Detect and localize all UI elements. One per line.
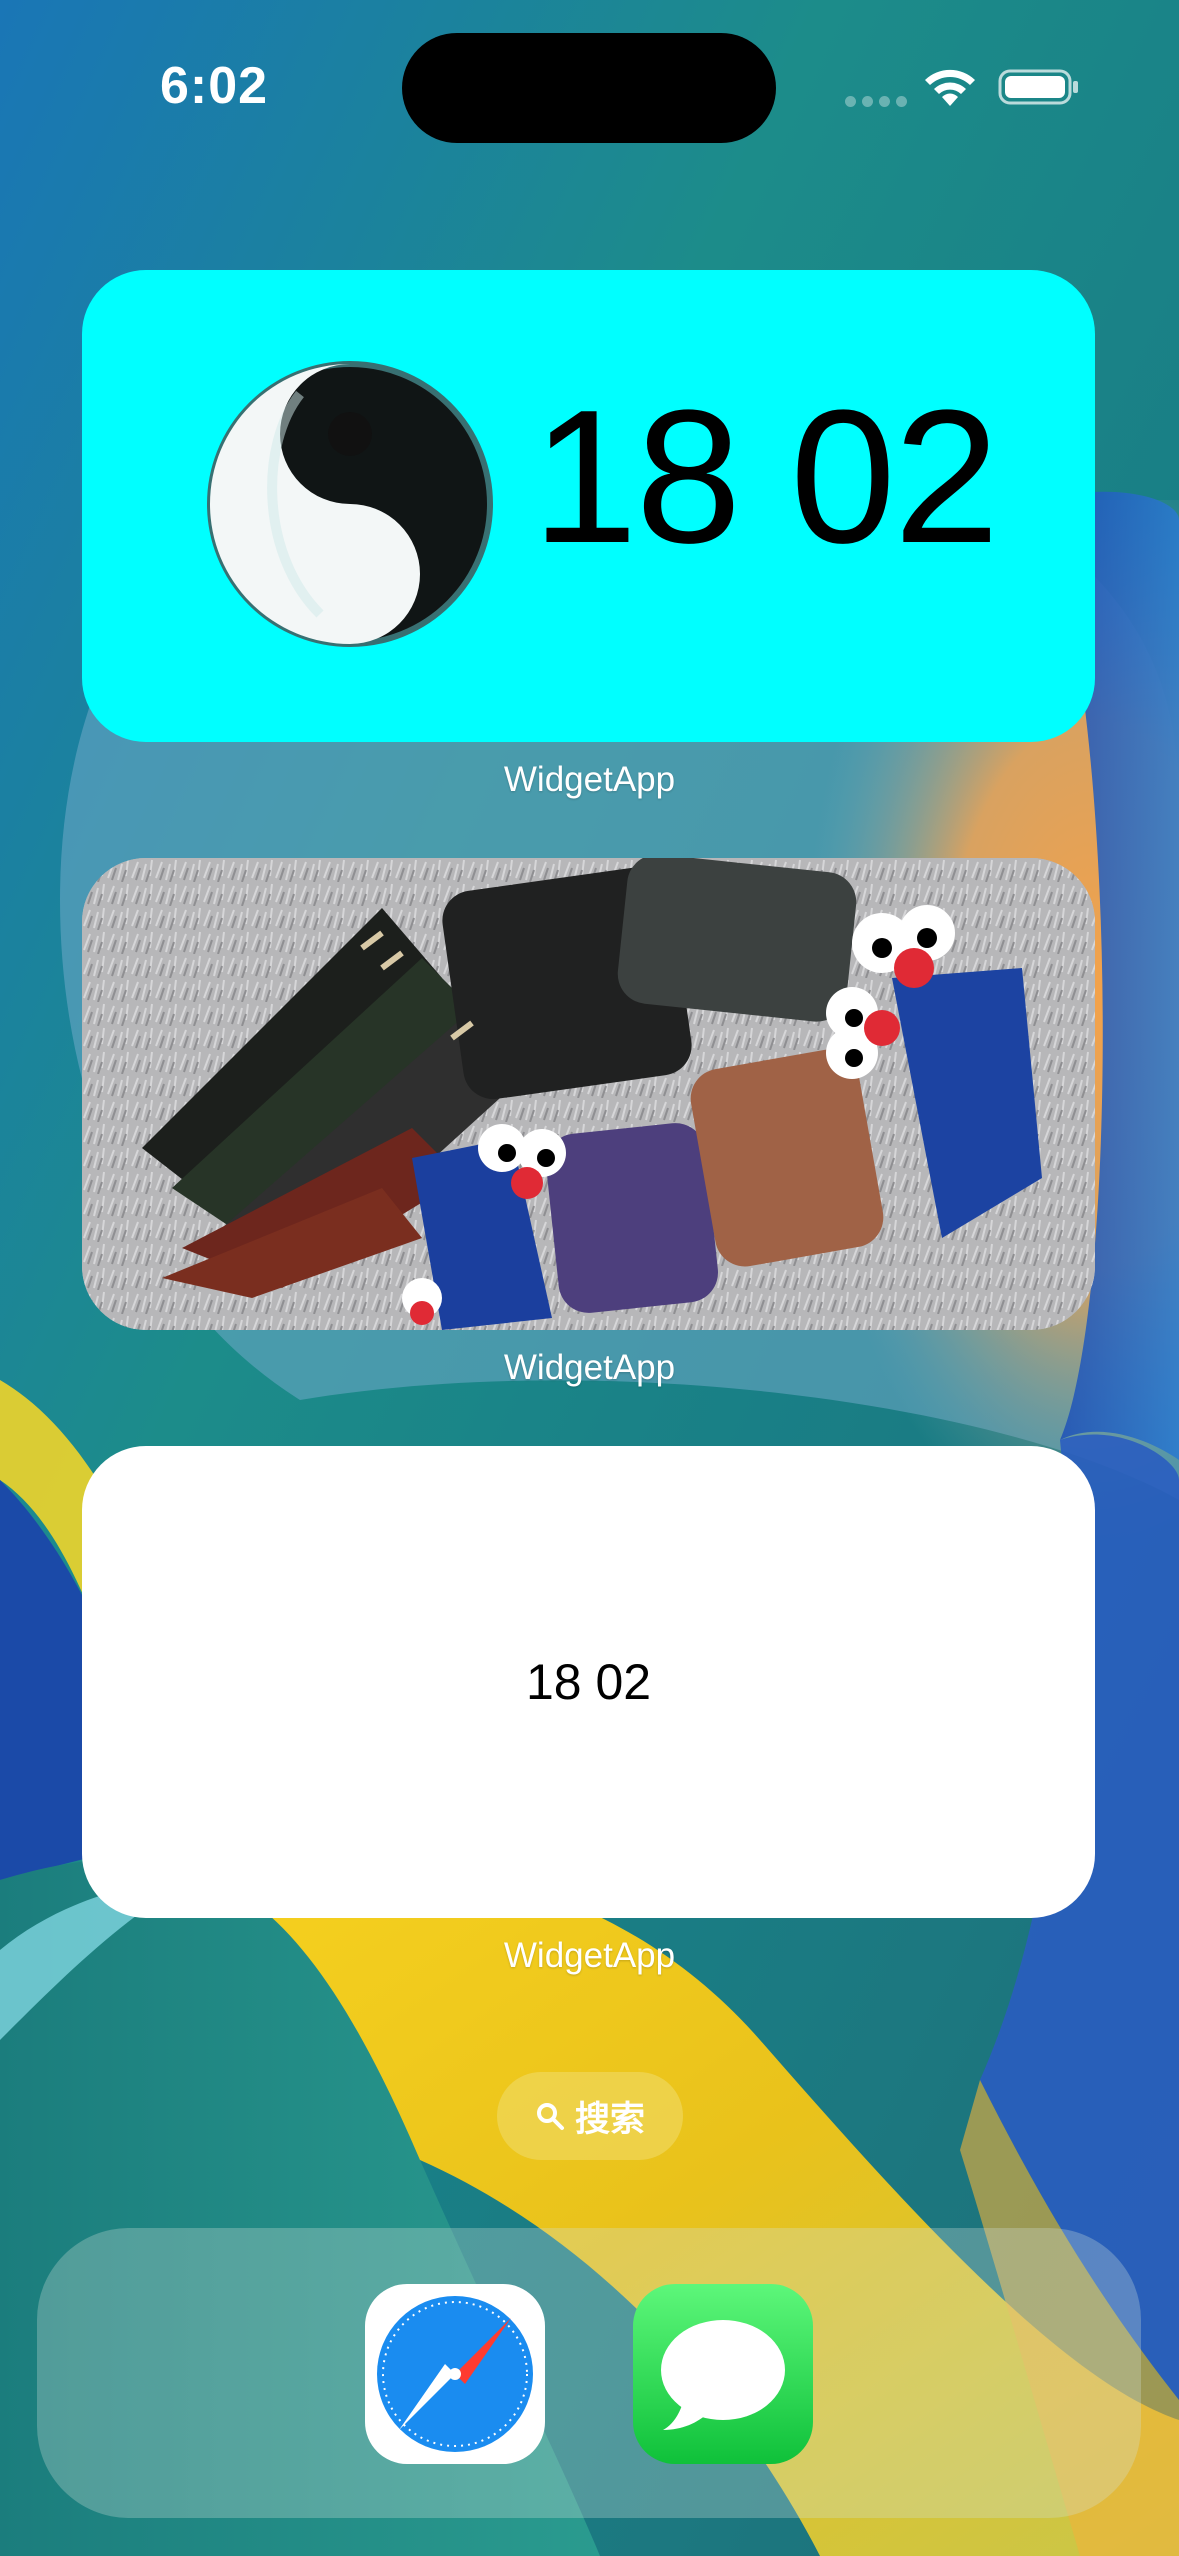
dynamic-island: [402, 33, 776, 143]
search-icon: [536, 2103, 564, 2130]
search-label: 搜索: [574, 2099, 645, 2140]
messages-app-icon[interactable]: [633, 2284, 813, 2464]
status-time: 6:02: [160, 57, 269, 115]
dock: [37, 2228, 1141, 2518]
safari-app-icon[interactable]: [365, 2284, 545, 2464]
widget-app-label: WidgetApp: [503, 1936, 676, 1975]
widget-yinyang-clock[interactable]: 18 02: [82, 270, 1095, 742]
widget-app-label: WidgetApp: [503, 1348, 676, 1387]
messages-icon: [661, 2320, 785, 2430]
widget-clock-small: 18 02: [525, 1654, 652, 1710]
battery-icon: [998, 69, 1078, 105]
widget-photo[interactable]: [82, 858, 1095, 1330]
safari-icon: [377, 2296, 533, 2452]
socks-photo: [82, 858, 1095, 1330]
widget-app-label: WidgetApp: [503, 760, 676, 799]
cellular-signal-icon: [845, 96, 907, 107]
widget-plain-clock[interactable]: 18 02: [82, 1446, 1095, 1918]
yin-yang-icon: [207, 361, 493, 647]
wifi-icon: [925, 69, 975, 106]
widget-clock-large: 18 02: [532, 371, 999, 583]
spotlight-search-button[interactable]: 搜索: [497, 2072, 683, 2160]
